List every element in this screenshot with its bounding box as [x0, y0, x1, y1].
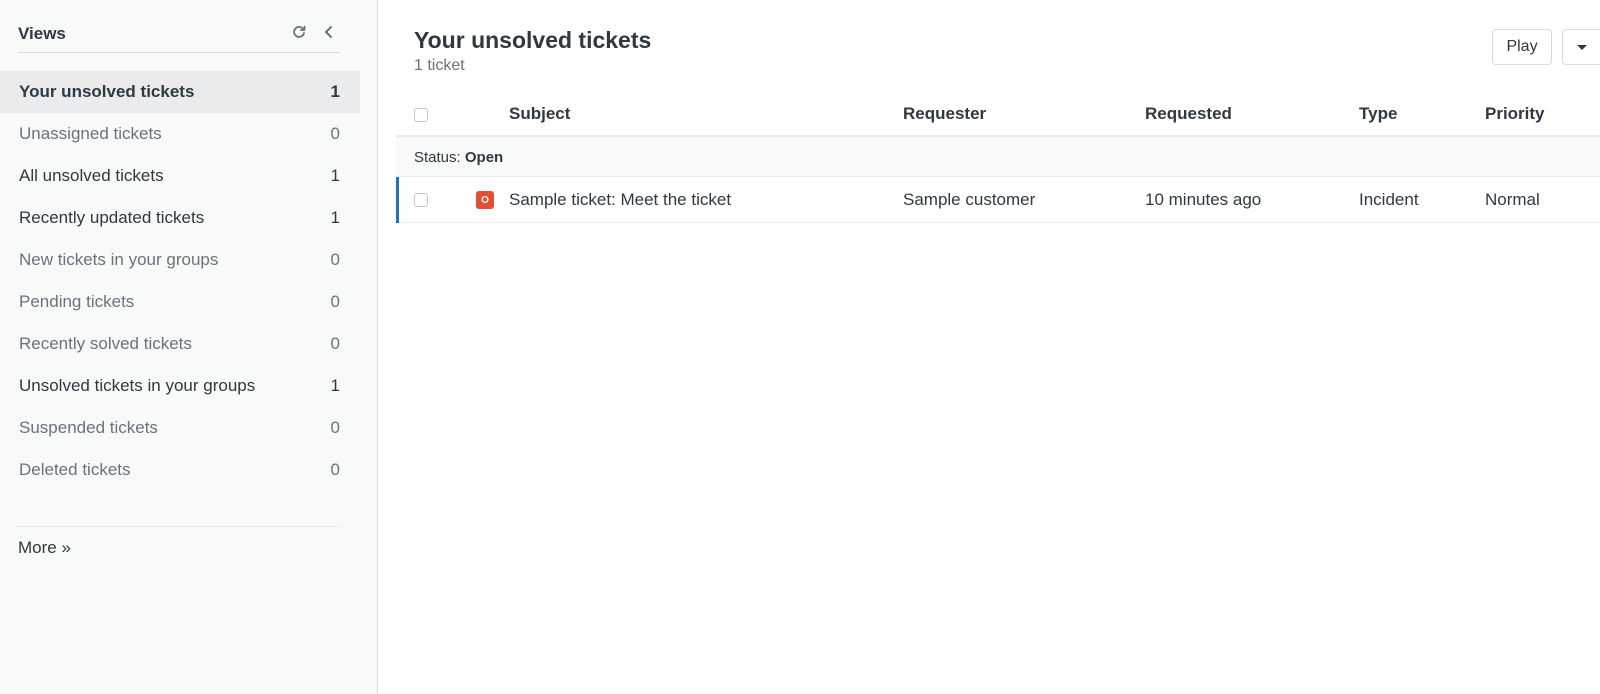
- select-all-checkbox[interactable]: [414, 108, 428, 122]
- sidebar-view-item[interactable]: Unsolved tickets in your groups 1: [0, 365, 360, 407]
- tickets-table: Subject Requester Requested Type Priorit…: [396, 92, 1600, 223]
- sidebar-view-item[interactable]: New tickets in your groups 0: [0, 239, 360, 281]
- refresh-icon[interactable]: [288, 21, 310, 43]
- view-count: 1: [330, 208, 340, 227]
- sidebar-divider: [18, 526, 340, 527]
- views-sidebar: Views Your unsolved tickets 1 Unassigned t…: [0, 0, 378, 694]
- view-label: Recently updated tickets: [19, 208, 205, 227]
- view-label: Pending tickets: [19, 292, 135, 311]
- column-header-priority[interactable]: Priority: [1485, 104, 1545, 124]
- sidebar-view-item[interactable]: Recently updated tickets 1: [0, 197, 360, 239]
- sidebar-view-item[interactable]: All unsolved tickets 1: [0, 155, 360, 197]
- view-count: 1: [330, 82, 340, 101]
- table-row[interactable]: O Sample ticket: Meet the ticket Sample …: [396, 177, 1600, 223]
- view-count: 0: [330, 460, 340, 479]
- view-label: Unsolved tickets in your groups: [19, 376, 256, 395]
- ticket-requested: 10 minutes ago: [1145, 190, 1262, 209]
- views-list: Your unsolved tickets 1 Unassigned tickets…: [0, 71, 360, 491]
- group-header-status: Status: Open: [396, 137, 1600, 177]
- view-label: Recently solved tickets: [19, 334, 192, 353]
- view-label: Suspended tickets: [19, 418, 158, 437]
- sidebar-view-item[interactable]: Deleted tickets 0: [0, 449, 360, 491]
- ticket-priority: Normal: [1485, 190, 1540, 209]
- column-header-subject[interactable]: Subject: [509, 104, 570, 124]
- column-header-requester[interactable]: Requester: [903, 104, 986, 124]
- ticket-subject-link[interactable]: Sample ticket: Meet the ticket: [509, 190, 731, 210]
- status-badge: O: [476, 191, 494, 209]
- group-value: Open: [464, 149, 504, 166]
- view-count: 0: [330, 334, 340, 353]
- view-label: Your unsolved tickets: [19, 82, 195, 101]
- view-count: 0: [330, 124, 340, 143]
- views-title: Views: [18, 24, 66, 43]
- main-panel: Your unsolved tickets 1 ticket Play Subj…: [396, 0, 1600, 694]
- row-checkbox[interactable]: [414, 193, 428, 207]
- view-count: 1: [330, 376, 340, 395]
- more-views-link[interactable]: More »: [18, 538, 71, 558]
- group-prefix: Status:: [414, 149, 461, 166]
- view-label: New tickets in your groups: [19, 250, 219, 269]
- view-count: 1: [330, 166, 340, 185]
- view-count: 0: [330, 292, 340, 311]
- view-label: Unassigned tickets: [19, 124, 162, 143]
- group-label: Status: Open: [414, 149, 503, 166]
- options-dropdown-button[interactable]: [1562, 29, 1600, 65]
- table-header: Subject Requester Requested Type Priorit…: [396, 92, 1600, 137]
- view-label: Deleted tickets: [19, 460, 131, 479]
- page-title: Your unsolved tickets: [414, 27, 652, 53]
- chevron-left-icon[interactable]: [318, 21, 340, 43]
- ticket-type: Incident: [1359, 190, 1419, 209]
- row-accent-bar: [396, 177, 399, 223]
- view-count: 0: [330, 418, 340, 437]
- ticket-count: 1 ticket: [414, 57, 465, 74]
- column-header-type[interactable]: Type: [1359, 104, 1397, 124]
- views-header: Views: [18, 18, 340, 53]
- sidebar-view-item[interactable]: Recently solved tickets 0: [0, 323, 360, 365]
- ticket-requester[interactable]: Sample customer: [903, 190, 1035, 210]
- sidebar-view-item[interactable]: Unassigned tickets 0: [0, 113, 360, 155]
- view-label: All unsolved tickets: [19, 166, 164, 185]
- sidebar-view-item[interactable]: Your unsolved tickets 1: [0, 71, 360, 113]
- view-count: 0: [330, 250, 340, 269]
- play-button[interactable]: Play: [1492, 29, 1552, 65]
- column-header-requested[interactable]: Requested: [1145, 104, 1232, 124]
- sidebar-view-item[interactable]: Pending tickets 0: [0, 281, 360, 323]
- caret-down-icon: [1576, 44, 1587, 50]
- sidebar-view-item[interactable]: Suspended tickets 0: [0, 407, 360, 449]
